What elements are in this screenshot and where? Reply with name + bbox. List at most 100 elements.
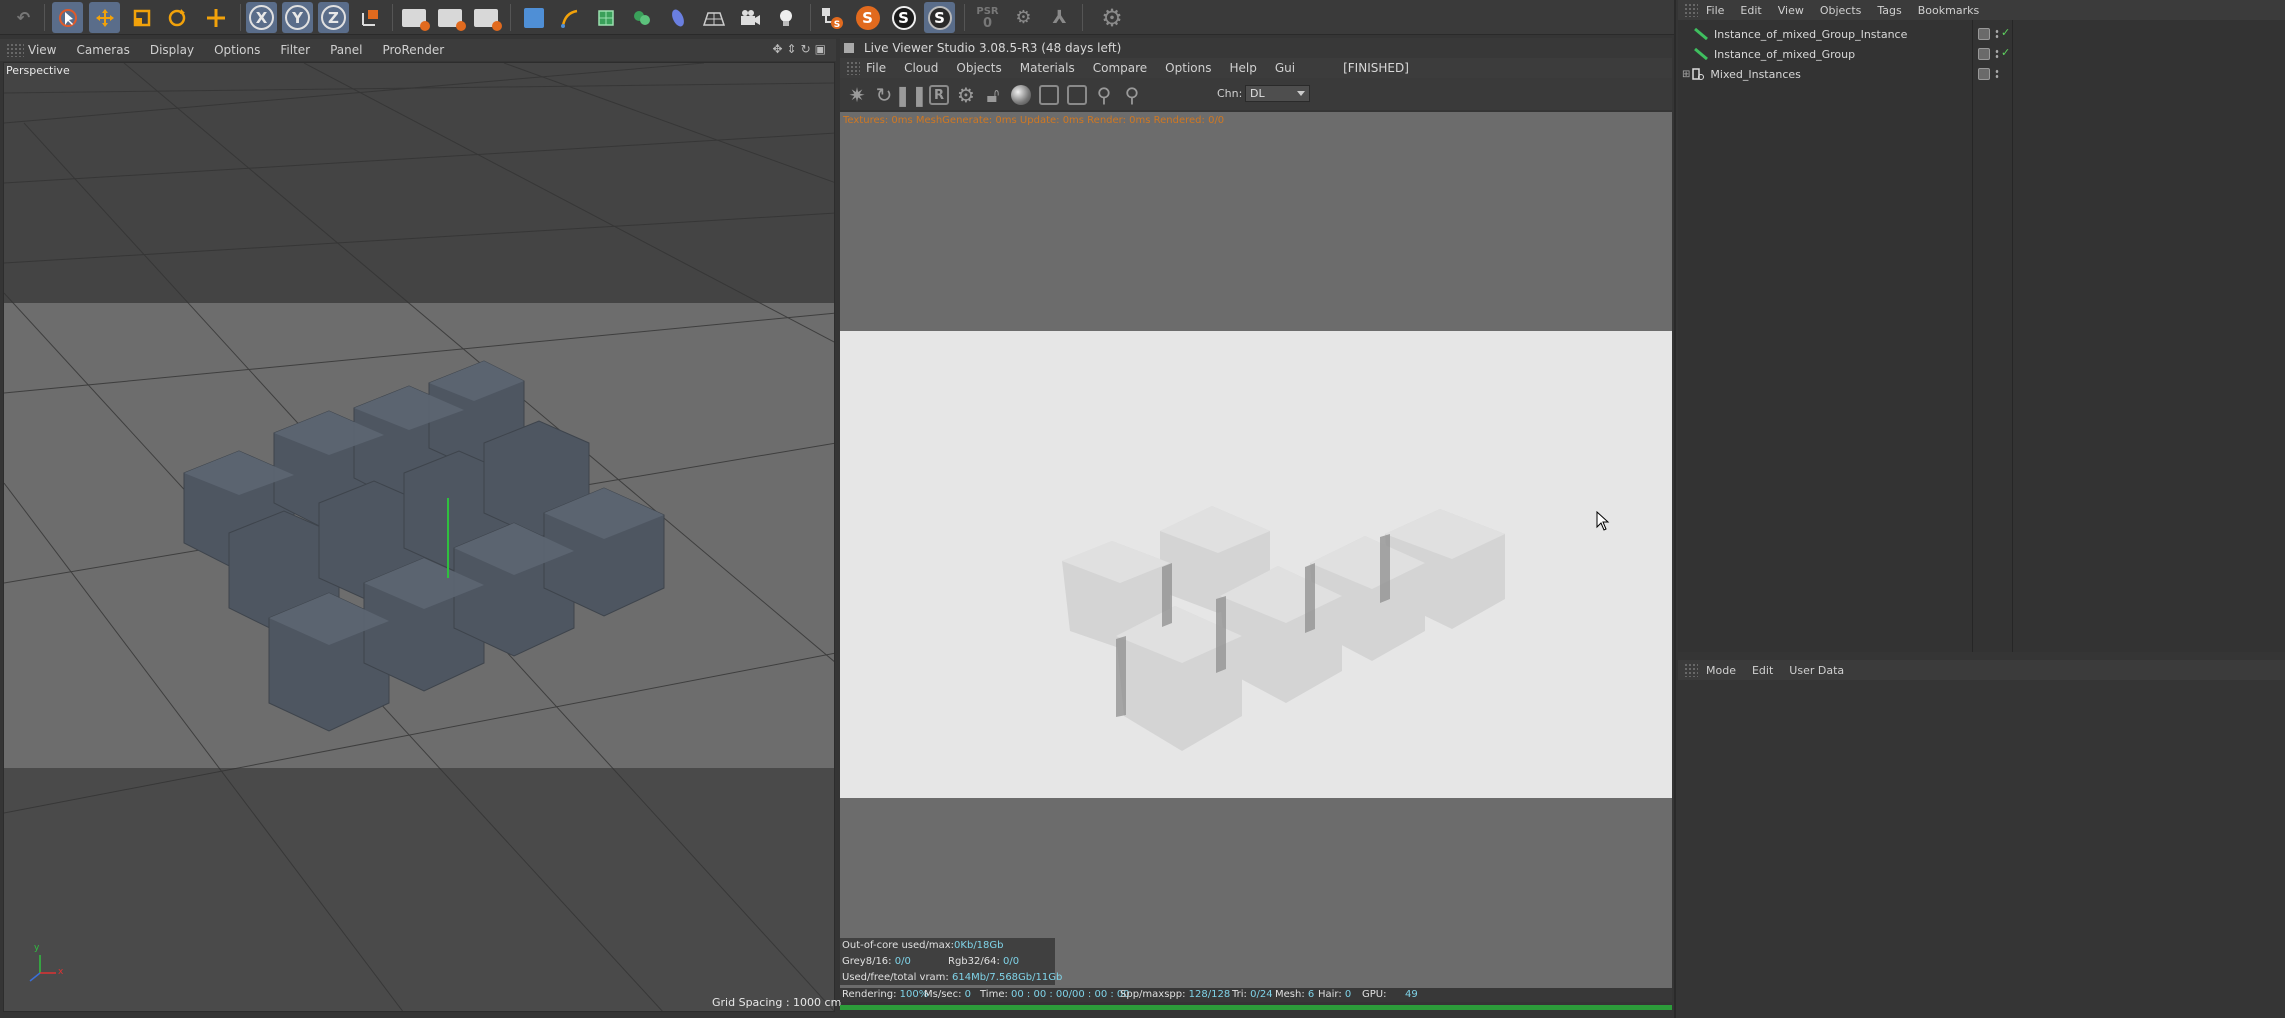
om-menu-tags[interactable]: Tags — [1877, 4, 1901, 17]
rotate-tool-icon[interactable] — [161, 2, 192, 33]
grid-spacing-label: Grid Spacing : 1000 cm — [712, 996, 842, 1009]
lv-menu-help[interactable]: Help — [1229, 61, 1256, 75]
rendered-image[interactable] — [840, 331, 1672, 798]
camera-icon[interactable] — [734, 2, 765, 33]
lv-menu-gui[interactable]: Gui — [1275, 61, 1295, 75]
edit-layer-icon[interactable] — [1978, 68, 1990, 80]
viewport-menu-options[interactable]: Options — [214, 43, 260, 57]
object-manager-s-icon[interactable]: S — [816, 2, 847, 33]
lv-menu-materials[interactable]: Materials — [1020, 61, 1075, 75]
live-viewer-titlebar[interactable]: Live Viewer Studio 3.08.5-R3 (48 days le… — [840, 38, 1672, 58]
region-render-icon[interactable]: R — [926, 82, 952, 108]
lv-menu-objects[interactable]: Objects — [956, 61, 1001, 75]
s-label-1: S — [855, 5, 880, 30]
viewport-menu-panel[interactable]: Panel — [330, 43, 362, 57]
subsample-icon[interactable] — [1064, 82, 1090, 108]
scale-tool-icon[interactable] — [126, 2, 157, 33]
light-icon[interactable] — [770, 2, 801, 33]
viewport-menu-display[interactable]: Display — [150, 43, 194, 57]
grip-icon — [1684, 663, 1698, 677]
settings-gear-icon[interactable]: ⚙ — [953, 82, 979, 108]
attr-menu-mode[interactable]: Mode — [1706, 664, 1736, 677]
viewport-camera-label[interactable]: Perspective — [6, 64, 70, 77]
s-plugin-blue-icon[interactable]: S — [924, 2, 955, 33]
om-menu-view[interactable]: View — [1778, 4, 1804, 17]
workplane-icon[interactable]: ⅄ — [1044, 2, 1075, 33]
tri-label: Tri: — [1232, 989, 1247, 1000]
ms-stat: Ms/sec: 0 — [924, 989, 971, 1000]
channel-select[interactable]: DL — [1245, 85, 1310, 102]
y-axis-button[interactable]: Y — [282, 2, 313, 33]
om-menu-edit[interactable]: Edit — [1740, 4, 1761, 17]
z-axis-button[interactable]: Z — [318, 2, 349, 33]
viewport-nav-icons[interactable]: ✥⇕↻▣ — [772, 42, 830, 56]
enabled-check-icon[interactable]: ✓ — [2001, 26, 2010, 39]
lv-menu-cloud[interactable]: Cloud — [904, 61, 938, 75]
s-label-2: S — [891, 5, 916, 30]
render-picture-viewer-icon[interactable] — [434, 2, 466, 33]
om-menu-file[interactable]: File — [1706, 4, 1724, 17]
pick-material-icon[interactable]: ⚲ — [1119, 82, 1145, 108]
attr-menu-user-data[interactable]: User Data — [1789, 664, 1844, 677]
expand-plus-icon[interactable]: ⊞ — [1682, 69, 1690, 80]
attribute-manager-panel[interactable] — [1678, 680, 2285, 1018]
panel-divider[interactable] — [1674, 0, 1676, 1018]
deformer-icon[interactable] — [662, 2, 693, 33]
live-selection-icon[interactable] — [200, 2, 231, 33]
perspective-viewport[interactable]: y x — [3, 62, 835, 1012]
pen-spline-icon[interactable] — [554, 2, 585, 33]
render-view-icon[interactable] — [398, 2, 430, 33]
rgb-value: 0/0 — [1003, 956, 1020, 967]
rendered-cubes — [1062, 506, 1505, 751]
snap-settings-icon[interactable]: ⚙ — [1008, 2, 1039, 33]
restart-render-icon[interactable]: ↻ — [871, 82, 897, 108]
attr-menu-edit[interactable]: Edit — [1752, 664, 1773, 677]
floor-icon[interactable] — [698, 2, 729, 33]
live-viewer-menubar: File Cloud Objects Materials Compare Opt… — [840, 58, 1672, 78]
move-tool-icon[interactable] — [89, 2, 120, 33]
visibility-dots-icon[interactable] — [1995, 69, 1999, 79]
object-name: Instance_of_mixed_Group — [1714, 47, 1856, 61]
select-tool-icon[interactable] — [52, 2, 83, 33]
ms-value: 0 — [964, 989, 971, 1000]
subdivision-surface-icon[interactable] — [590, 2, 621, 33]
render-status-bar: Rendering: 100% Ms/sec: 0 Time: 00 : 00 … — [840, 988, 1672, 1002]
edit-layer-icon[interactable] — [1978, 28, 1990, 40]
send-scene-icon[interactable]: ✷ — [844, 82, 870, 108]
attribute-manager-menubar: Mode Edit User Data — [1678, 660, 2285, 680]
pick-focus-icon[interactable]: ⚲ — [1091, 82, 1117, 108]
viewport-menu-view[interactable]: View — [28, 43, 56, 57]
viewport-menu-filter[interactable]: Filter — [280, 43, 310, 57]
layout-gear-icon[interactable]: ⚙ — [1090, 2, 1134, 33]
s-plugin-orange-icon[interactable]: S — [852, 2, 883, 33]
lv-menu-file[interactable]: File — [866, 61, 886, 75]
cube-object-icon[interactable] — [518, 2, 549, 33]
time-label: Time: — [980, 989, 1008, 1000]
lv-menu-options[interactable]: Options — [1165, 61, 1211, 75]
material-ball-icon[interactable] — [1008, 82, 1034, 108]
visibility-dots-icon[interactable] — [1995, 29, 1999, 39]
chevron-down-icon — [1297, 91, 1305, 96]
viewport-menu-cameras[interactable]: Cameras — [76, 43, 129, 57]
rendering-stat: Rendering: 100% — [842, 989, 928, 1000]
hair-value: 0 — [1344, 989, 1352, 1000]
lock-icon[interactable]: 🔓︎ — [980, 82, 1006, 108]
lv-menu-compare[interactable]: Compare — [1093, 61, 1147, 75]
object-name: Instance_of_mixed_Group_Instance — [1714, 27, 1908, 41]
cloner-icon[interactable] — [626, 2, 657, 33]
s-plugin-black-icon[interactable]: S — [888, 2, 919, 33]
object-manager-panel[interactable] — [1678, 20, 2285, 652]
om-menu-bookmarks[interactable]: Bookmarks — [1918, 4, 1979, 17]
undo-icon[interactable]: ↶ — [8, 2, 39, 33]
visibility-dots-icon[interactable] — [1995, 49, 1999, 59]
psr-button[interactable]: PSR 0 — [972, 2, 1003, 33]
om-menu-objects[interactable]: Objects — [1820, 4, 1862, 17]
enabled-check-icon[interactable]: ✓ — [2001, 46, 2010, 59]
x-axis-button[interactable]: X — [246, 2, 277, 33]
edit-layer-icon[interactable] — [1978, 48, 1990, 60]
pause-icon[interactable]: ❚❚ — [894, 82, 928, 108]
viewport-menu-prorender[interactable]: ProRender — [382, 43, 444, 57]
clay-mode-icon[interactable] — [1036, 82, 1062, 108]
render-settings-icon[interactable] — [470, 2, 502, 33]
coordinate-system-icon[interactable] — [354, 2, 385, 33]
